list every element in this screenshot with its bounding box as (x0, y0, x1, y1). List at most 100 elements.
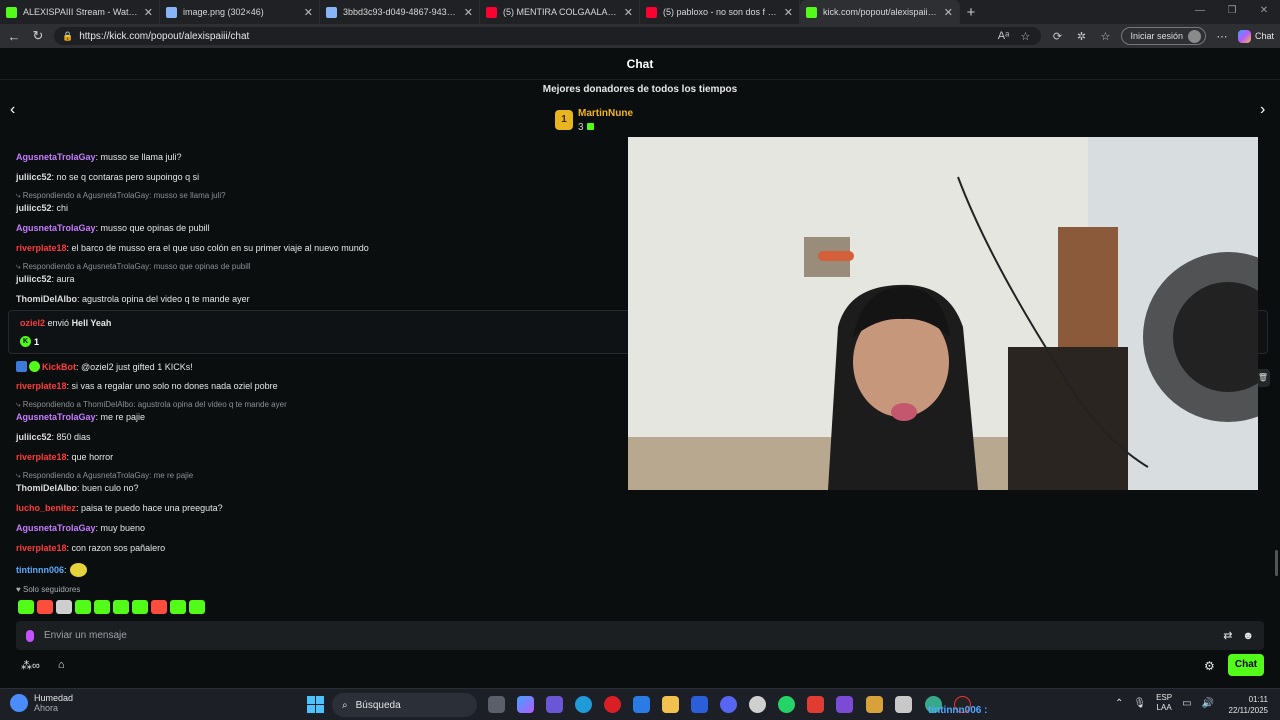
file-explorer-icon[interactable] (662, 696, 679, 713)
translate-icon[interactable]: ⇄ (1223, 629, 1232, 642)
chevron-up-icon[interactable]: ⌃ (1115, 698, 1123, 709)
weather-widget[interactable]: Humedad Ahora (10, 693, 73, 713)
read-aloud-icon[interactable]: Aᵃ (995, 30, 1011, 42)
browser-tab[interactable]: ALEXISPAIII Stream - Watch Live o ✕ (0, 0, 160, 24)
chat-username[interactable]: juliicc52 (16, 274, 52, 284)
chat-username[interactable]: riverplate18 (16, 243, 67, 253)
chat-username[interactable]: tintinnn006 (16, 565, 64, 575)
taskbar-search[interactable]: ⌕ Búsqueda (332, 693, 477, 717)
chat-username[interactable]: ThomiDelAlbo (16, 483, 77, 493)
chat-username[interactable]: AgusnetaTrolaGay (16, 412, 96, 422)
chat-username[interactable]: juliicc52 (16, 203, 52, 213)
store-icon[interactable]: ⌂ (58, 659, 65, 672)
clock[interactable]: 01:11 22/11/2025 (1228, 694, 1268, 716)
microphone-icon[interactable] (26, 629, 34, 642)
emote-icon[interactable] (113, 600, 129, 614)
emoji-icon[interactable]: ☻ (1242, 630, 1254, 642)
chat-username[interactable]: ThomiDelAlbo (16, 294, 77, 304)
extensions-icon[interactable]: ✲ (1073, 30, 1089, 43)
close-tab-icon[interactable]: ✕ (944, 6, 953, 19)
maximize-button[interactable]: ❐ (1216, 0, 1248, 24)
emote-icon[interactable] (37, 600, 53, 614)
red-app-icon[interactable] (807, 696, 824, 713)
notepad-icon[interactable] (895, 696, 912, 713)
refresh-page-icon[interactable]: ⟳ (1049, 30, 1065, 43)
language-top: ESP (1156, 693, 1173, 702)
system-tray: ⌃ 🎙 ESP LAA ▭ 🔊 (1115, 693, 1214, 713)
chevron-left-icon[interactable]: ‹ (10, 101, 15, 119)
microphone-tray-icon[interactable]: 🎙 (1133, 698, 1146, 709)
favorite-star-icon[interactable]: ☆ (1017, 30, 1033, 43)
close-tab-icon[interactable]: ✕ (464, 6, 473, 19)
chat-message-text: : 850 dias (51, 432, 91, 442)
task-view-icon[interactable] (488, 696, 505, 713)
whatsapp-icon[interactable] (778, 696, 795, 713)
browser-tab[interactable]: (5) pabloxo - no son dos f son cl ✕ (640, 0, 800, 24)
yellow-app-icon[interactable] (866, 696, 883, 713)
emote-icon[interactable] (189, 600, 205, 614)
language-indicator[interactable]: ESP LAA (1156, 693, 1172, 713)
trash-icon[interactable]: 🗑 (1256, 369, 1270, 387)
browser-tab[interactable]: image.png (302×46) ✕ (160, 0, 320, 24)
chat-username[interactable]: juliicc52 (16, 172, 52, 182)
emote-icon[interactable] (75, 600, 91, 614)
url-field[interactable]: 🔒 https://kick.com/popout/alexispaiii/ch… (54, 27, 1042, 45)
start-button[interactable] (307, 696, 324, 713)
emote-icon[interactable] (170, 600, 186, 614)
donor-name[interactable]: MartinNune (578, 108, 633, 119)
close-tab-icon[interactable]: ✕ (304, 6, 313, 19)
chat-username[interactable]: riverplate18 (16, 381, 67, 391)
copilot-icon (1237, 29, 1251, 43)
scrollbar-thumb[interactable] (1275, 550, 1278, 576)
gift-user[interactable]: oziel2 (20, 318, 45, 328)
chat-message-text: : que horror (66, 452, 114, 462)
browser-tab[interactable]: (5) MENTIRA COLGAALAAA - You ✕ (480, 0, 640, 24)
ccleaner-icon[interactable] (749, 696, 766, 713)
emote-icon[interactable] (94, 600, 110, 614)
discord-icon[interactable] (720, 696, 737, 713)
reload-button[interactable]: ↻ (30, 28, 46, 44)
edge-icon[interactable] (575, 696, 592, 713)
word-icon[interactable] (691, 696, 708, 713)
new-tab-button[interactable]: + (960, 0, 982, 24)
network-icon[interactable]: ▭ (1182, 698, 1191, 709)
close-tab-icon[interactable]: ✕ (624, 6, 633, 19)
chevron-right-icon[interactable]: › (1260, 101, 1265, 119)
chat-username[interactable]: AgusnetaTrolaGay (16, 152, 96, 162)
pen-app-icon[interactable] (546, 696, 563, 713)
emote-icon[interactable] (151, 600, 167, 614)
browser-tab[interactable]: 3bbd3c93-d049-4867-943a-ba3 ✕ (320, 0, 480, 24)
chat-username[interactable]: riverplate18 (16, 543, 67, 553)
purple-app-icon[interactable] (836, 696, 853, 713)
close-window-button[interactable]: ✕ (1248, 0, 1280, 24)
verified-badge-icon (29, 361, 40, 372)
chat-username[interactable]: AgusnetaTrolaGay (16, 223, 96, 233)
chat-username[interactable]: KickBot (42, 362, 76, 372)
gear-icon[interactable]: ⚙ (1204, 659, 1215, 673)
infinity-icon[interactable]: ⁂∞ (21, 659, 40, 672)
send-chat-button[interactable]: Chat (1228, 654, 1264, 676)
favorites-icon[interactable]: ☆ (1097, 30, 1113, 43)
copilot-button[interactable]: Chat (1237, 29, 1274, 43)
chat-username[interactable]: riverplate18 (16, 452, 67, 462)
close-tab-icon[interactable]: ✕ (144, 6, 153, 19)
top-donors-panel: Mejores donadores de todos los tiempos ‹… (0, 81, 1280, 144)
browser-tab[interactable]: kick.com/popout/alexispaiii/chat ✕ (800, 0, 960, 24)
opera-icon[interactable] (604, 696, 621, 713)
store-app-icon[interactable] (633, 696, 650, 713)
emote-icon[interactable] (132, 600, 148, 614)
minimize-button[interactable]: — (1184, 0, 1216, 24)
chat-username[interactable]: AgusnetaTrolaGay (16, 523, 96, 533)
close-tab-icon[interactable]: ✕ (784, 6, 793, 19)
volume-icon[interactable]: 🔊 (1202, 698, 1214, 709)
signin-button[interactable]: Iniciar sesión (1121, 27, 1206, 45)
chat-username[interactable]: juliicc52 (16, 432, 52, 442)
chat-username[interactable]: lucho_benitez (16, 503, 76, 513)
message-input[interactable] (44, 630, 1214, 641)
emote-icon[interactable] (56, 600, 72, 614)
emote-icon[interactable] (18, 600, 34, 614)
back-button[interactable]: ← (6, 29, 22, 44)
copilot-taskbar-icon[interactable] (517, 696, 534, 713)
emote-quick-row (18, 600, 205, 614)
more-menu-icon[interactable]: ⋯ (1214, 30, 1230, 43)
